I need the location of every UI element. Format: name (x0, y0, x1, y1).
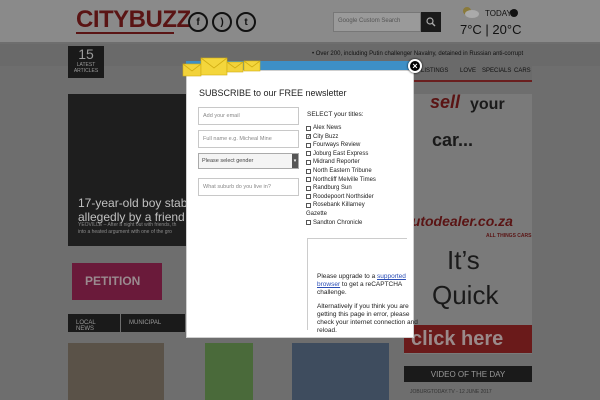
newsletter-title-option[interactable]: Sandton Chronicle (306, 220, 362, 226)
search-button[interactable] (421, 12, 441, 32)
search-icon (426, 17, 436, 27)
video-of-the-day-header: VIDEO OF THE DAY (404, 366, 532, 382)
newsletter-title-label: Midrand Reporter (313, 159, 360, 166)
newsletter-title-label: Sandton Chronicle (313, 219, 363, 226)
newsletter-title-label: Fourways Review (313, 142, 361, 149)
checkbox[interactable] (306, 177, 311, 183)
newsletter-title-option[interactable]: Midrand Reporter (306, 159, 360, 165)
envelope-icon (182, 57, 244, 77)
tab-municipal[interactable]: MUNICIPAL (121, 314, 185, 332)
newsletter-title-option[interactable]: Fourways Review (306, 142, 360, 148)
page-background: CITYBUZZ f ) t Google Custom Search TODA… (0, 0, 600, 400)
news-thumbnail[interactable] (68, 343, 164, 400)
newsletter-title-label: Joburg East Express (313, 150, 369, 157)
nav-item-cars[interactable]: CARS (514, 68, 531, 74)
newsletter-title-option[interactable]: North Eastern Tribune (306, 168, 372, 174)
latest-articles-label-2: ARTICLES (73, 68, 99, 74)
newsletter-title-label: Rosebank Killarney (313, 202, 365, 209)
featured-story-excerpt: YEOVILLE – After a night out with friend… (78, 222, 176, 236)
checkbox[interactable] (306, 185, 311, 191)
captcha-line-4: Alternatively if you think you are (317, 303, 409, 310)
ad-click-here-button[interactable]: click here (404, 325, 532, 353)
modal-close-button[interactable]: × (408, 59, 422, 73)
nav-item-specials[interactable]: SPECIALS (482, 68, 511, 74)
captcha-line-7: reload. (317, 327, 337, 334)
weather-today-label: TODAY (485, 9, 512, 18)
news-thumbnail[interactable] (205, 343, 253, 400)
checkbox[interactable] (306, 151, 311, 157)
nav-item-love[interactable]: LOVE (460, 68, 476, 74)
newsletter-title-option[interactable]: Roodepoort Northsider (306, 194, 374, 200)
chevron-down-icon[interactable]: ▾ (292, 154, 298, 168)
modal-title: SUBSCRIBE to our FREE newsletter (199, 88, 347, 98)
ad-car-text: car... (432, 130, 474, 150)
newsletter-title-label: Gazette (306, 211, 328, 217)
logo-underline (76, 32, 174, 34)
video-meta: JOBURGTODAY.TV - 12 JUNE 2017 (410, 389, 492, 395)
twitter-icon[interactable]: t (236, 12, 256, 32)
newsletter-title-label: Randburg Sun (313, 185, 352, 192)
browser-link[interactable]: browser (317, 281, 340, 288)
newsletter-title-option[interactable]: ✓ City Buzz (306, 134, 338, 140)
petition-button[interactable]: PETITION (72, 263, 162, 300)
newsletter-title-label: Alex News (313, 125, 342, 131)
checkbox[interactable] (306, 202, 311, 208)
ad-dealer-logo: autodealer.co.za (404, 213, 513, 229)
email-field[interactable]: Add your email (198, 107, 299, 125)
newsletter-title-option[interactable]: Randburg Sun (306, 185, 352, 191)
site-logo[interactable]: CITYBUZZ (76, 6, 191, 34)
captcha-line-6: check your internet connection and (317, 319, 418, 326)
checkbox[interactable] (306, 194, 311, 200)
gender-select[interactable]: Please select gender (198, 153, 299, 169)
select-titles-label: SELECT your titles: (307, 111, 364, 118)
newsletter-title-label: Northcliff Melville Times (313, 176, 376, 183)
latest-articles-counter[interactable]: 15 LATEST ARTICLES (68, 46, 104, 78)
envelope-icon (243, 60, 261, 72)
ad-quick-text: Quick (432, 280, 499, 310)
newsletter-title-label: City Buzz (313, 133, 339, 140)
full-name-field[interactable]: Full name e.g. Micheal Mine (198, 130, 299, 148)
checkbox[interactable] (306, 220, 311, 226)
captcha-line-3: challenge. (317, 289, 347, 296)
checkbox[interactable] (306, 159, 311, 165)
captcha-upgrade-text: Please upgrade to a (317, 273, 377, 280)
ad-its-text: It’s (447, 245, 480, 275)
newsletter-title-label: Roodepoort Northsider (313, 193, 374, 200)
checkbox[interactable] (306, 168, 311, 174)
suburb-field[interactable]: What suburb do you live in? (198, 178, 299, 196)
weather-toggle-button[interactable] (510, 9, 518, 17)
captcha-line-5: getting this page in error, please (317, 311, 410, 318)
news-thumbnail[interactable] (292, 343, 389, 400)
checkbox[interactable] (306, 142, 311, 148)
featured-story-excerpt-line-1: YEOVILLE – After a night out with friend… (78, 222, 177, 228)
ad-your-text: your (470, 96, 505, 113)
checkbox[interactable] (306, 125, 311, 131)
newsletter-title-option[interactable]: Gazette (306, 211, 327, 217)
latest-articles-count: 15 (78, 46, 94, 62)
ad-sell-text: sell (430, 92, 461, 112)
checkbox-checked[interactable]: ✓ (306, 134, 311, 140)
ticker-headline[interactable]: • Over 200, including Putin challenger N… (312, 51, 523, 57)
newsletter-title-option[interactable]: Joburg East Express (306, 151, 368, 157)
newsletter-title-option[interactable]: Rosebank Killarney (306, 202, 365, 208)
captcha-get-text: to get a reCAPTCHA (340, 281, 403, 288)
close-icon: × (412, 61, 418, 71)
newsletter-title-option[interactable]: Alex News (306, 125, 341, 131)
tab-local-news[interactable]: LOCAL NEWS (68, 314, 120, 332)
weather-temperatures: 7°C | 20°C (460, 22, 522, 37)
featured-story-title[interactable]: 17-year-old boy stab allegedly by a frie… (78, 196, 187, 224)
newsletter-title-option[interactable]: Northcliff Melville Times (306, 177, 376, 183)
captcha-line-2: browser to get a reCAPTCHA (317, 281, 402, 288)
rss-icon[interactable]: ) (212, 12, 232, 32)
newsletter-title-label: North Eastern Tribune (313, 168, 372, 174)
featured-story-excerpt-line-2: into a heated argument with one of the g… (78, 229, 172, 235)
supported-browser-link[interactable]: supported (377, 273, 406, 280)
ad-dealer-tagline: ALL THINGS CARS (486, 233, 532, 239)
partly-cloudy-icon (463, 7, 479, 18)
featured-story-title-line-1: 17-year-old boy stab (78, 196, 188, 210)
search-input[interactable]: Google Custom Search (333, 12, 421, 32)
nav-underline (400, 80, 532, 82)
captcha-line-1: Please upgrade to a supported (317, 273, 406, 280)
facebook-icon[interactable]: f (188, 12, 208, 32)
